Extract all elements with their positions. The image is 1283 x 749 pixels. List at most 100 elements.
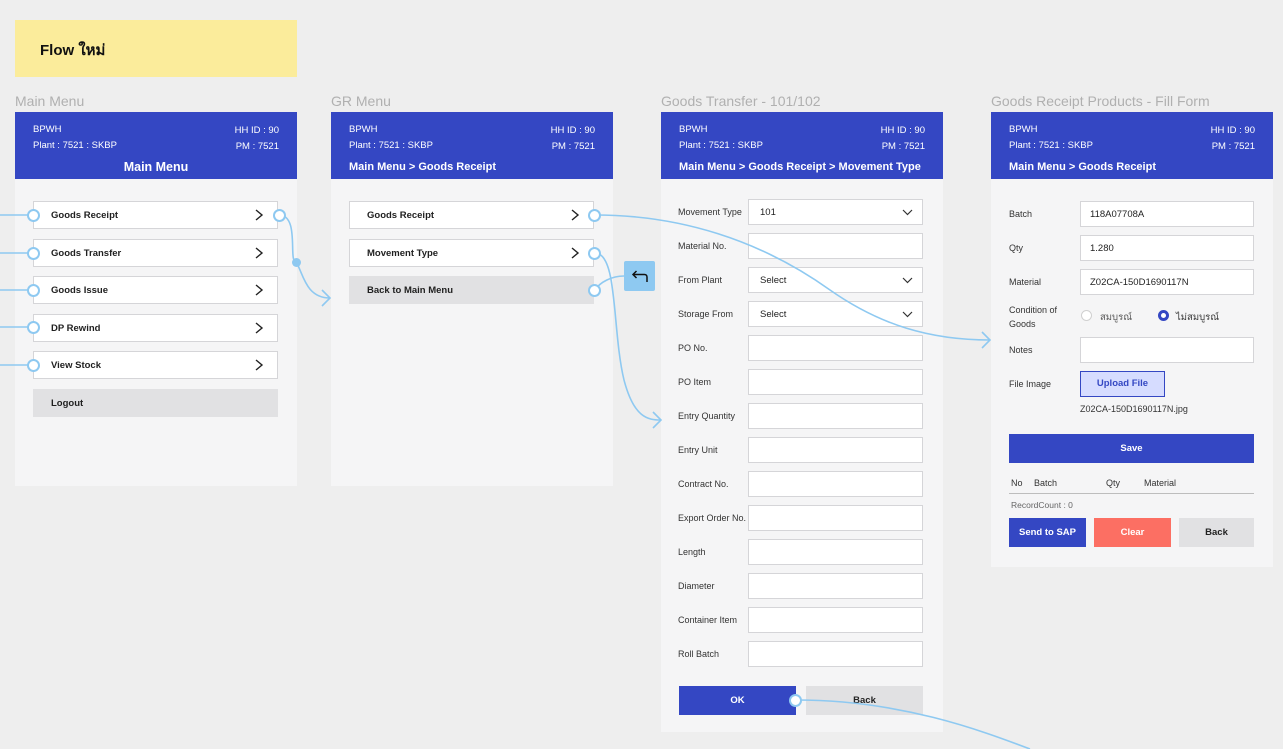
- plant-info: Plant : 7521 : SKBP: [33, 140, 117, 151]
- entry-quantity-input[interactable]: [748, 403, 923, 429]
- frame-title-gr-menu: GR Menu: [331, 93, 391, 109]
- material-no-input[interactable]: [748, 233, 923, 259]
- hh-id: HH ID : 90: [550, 125, 595, 136]
- menu-item-label: Movement Type: [367, 248, 439, 259]
- movement-type-select[interactable]: 101: [748, 199, 923, 225]
- material-no-row: Material No.: [678, 233, 923, 259]
- menu-item-label: Goods Receipt: [51, 210, 119, 221]
- menu-item-label: DP Rewind: [51, 323, 101, 334]
- notes-input[interactable]: [1080, 337, 1254, 363]
- container-item-row: Container Item: [678, 607, 923, 633]
- connector-anchor: [789, 694, 802, 707]
- po-item-input[interactable]: [748, 369, 923, 395]
- uploaded-filename: Z02CA-150D1690117N.jpg: [1080, 404, 1188, 414]
- connector-anchor: [273, 209, 286, 222]
- entry-unit-input[interactable]: [748, 437, 923, 463]
- radio-complete[interactable]: [1081, 310, 1092, 321]
- plant-info: Plant : 7521 : SKBP: [679, 140, 763, 151]
- chevron-down-icon: [902, 277, 913, 284]
- breadcrumb: Main Menu > Goods Receipt: [1009, 161, 1156, 173]
- field-label: PO No.: [678, 343, 708, 353]
- menu-view-stock-button[interactable]: View Stock: [33, 351, 278, 379]
- qty-row: Qty 1.280: [1009, 235, 1254, 261]
- storage-from-select[interactable]: Select: [748, 301, 923, 327]
- diameter-input[interactable]: [748, 573, 923, 599]
- send-to-sap-button[interactable]: Send to SAP: [1009, 518, 1086, 547]
- storage-from-row: Storage From Select: [678, 301, 923, 327]
- save-button[interactable]: Save: [1009, 434, 1254, 463]
- hh-id: HH ID : 90: [234, 125, 279, 136]
- breadcrumb: Main Menu > Goods Receipt > Movement Typ…: [679, 161, 921, 173]
- field-label: Material: [1009, 277, 1042, 287]
- connector-dot: [292, 258, 301, 267]
- arrowhead: [981, 331, 992, 349]
- connector-anchor: [27, 209, 40, 222]
- field-label: Container Item: [678, 615, 738, 625]
- container-item-input[interactable]: [748, 607, 923, 633]
- clear-button[interactable]: Clear: [1094, 518, 1171, 547]
- file-image-label: File Image: [1009, 379, 1052, 389]
- contract-no-input[interactable]: [748, 471, 923, 497]
- field-label: Movement Type: [678, 207, 742, 217]
- connector-anchor: [27, 247, 40, 260]
- length-input[interactable]: [748, 539, 923, 565]
- menu-dp-rewind-button[interactable]: DP Rewind: [33, 314, 278, 342]
- connector-anchor: [588, 209, 601, 222]
- qty-input[interactable]: 1.280: [1080, 235, 1254, 261]
- back-to-main-menu-button[interactable]: Back to Main Menu: [349, 276, 594, 304]
- radio-incomplete[interactable]: [1158, 310, 1169, 321]
- company-code: BPWH: [679, 124, 708, 135]
- col-batch: Batch: [1034, 478, 1058, 488]
- condition-label-line-2: Goods: [1009, 319, 1036, 329]
- field-label: Entry Unit: [678, 445, 718, 455]
- field-label: Qty: [1009, 243, 1024, 253]
- app-header: BPWH HH ID : 90 Plant : 7521 : SKBP PM :…: [661, 112, 943, 179]
- plant-info: Plant : 7521 : SKBP: [1009, 140, 1093, 151]
- movement-type-row: Movement Type 101: [678, 199, 923, 225]
- chevron-right-icon: [571, 247, 580, 259]
- ok-button[interactable]: OK: [679, 686, 796, 715]
- material-input[interactable]: Z02CA-150D1690117N: [1080, 269, 1254, 295]
- select-value: 101: [760, 207, 776, 218]
- notes-row: Notes: [1009, 337, 1254, 363]
- chevron-down-icon: [902, 209, 913, 216]
- field-label: Export Order No.: [678, 513, 747, 523]
- back-button[interactable]: Back: [806, 686, 923, 715]
- gr-goods-receipt-button[interactable]: Goods Receipt: [349, 201, 594, 229]
- field-label: PO Item: [678, 377, 712, 387]
- select-value: Select: [760, 309, 787, 320]
- menu-goods-issue-button[interactable]: Goods Issue: [33, 276, 278, 304]
- pm-info: PM : 7521: [551, 141, 595, 152]
- logout-label: Logout: [51, 398, 84, 409]
- menu-item-label: Goods Issue: [51, 285, 109, 296]
- condition-label: Condition of Goods: [1009, 303, 1057, 331]
- menu-goods-receipt-button[interactable]: Goods Receipt: [33, 201, 278, 229]
- diameter-row: Diameter: [678, 573, 923, 599]
- chevron-right-icon: [255, 322, 264, 334]
- po-no-input[interactable]: [748, 335, 923, 361]
- menu-goods-transfer-button[interactable]: Goods Transfer: [33, 239, 278, 267]
- field-label: Material No.: [678, 241, 727, 251]
- menu-item-label: View Stock: [51, 360, 101, 371]
- arrowhead: [652, 411, 663, 429]
- from-plant-select[interactable]: Select: [748, 267, 923, 293]
- arrowhead: [321, 289, 332, 307]
- connector-anchor: [27, 284, 40, 297]
- material-row: Material Z02CA-150D1690117N: [1009, 269, 1254, 295]
- sticky-note: Flow ใหม่: [15, 20, 297, 77]
- field-label: Storage From: [678, 309, 734, 319]
- roll-batch-input[interactable]: [748, 641, 923, 667]
- connector-anchor: [588, 284, 601, 297]
- upload-file-button[interactable]: Upload File: [1080, 371, 1165, 397]
- gr-movement-type-button[interactable]: Movement Type: [349, 239, 594, 267]
- from-plant-row: From Plant Select: [678, 267, 923, 293]
- chevron-right-icon: [571, 209, 580, 221]
- frame-title-main-menu: Main Menu: [15, 93, 85, 109]
- radio-incomplete-label: ไม่สมบูรณ์: [1176, 312, 1220, 323]
- logout-button[interactable]: Logout: [33, 389, 278, 417]
- back-button[interactable]: Back: [1179, 518, 1254, 547]
- fill-form-screen: BPWH HH ID : 90 Plant : 7521 : SKBP PM :…: [991, 112, 1273, 567]
- export-order-no-input[interactable]: [748, 505, 923, 531]
- pm-info: PM : 7521: [881, 141, 925, 152]
- batch-input[interactable]: 118A07708A: [1080, 201, 1254, 227]
